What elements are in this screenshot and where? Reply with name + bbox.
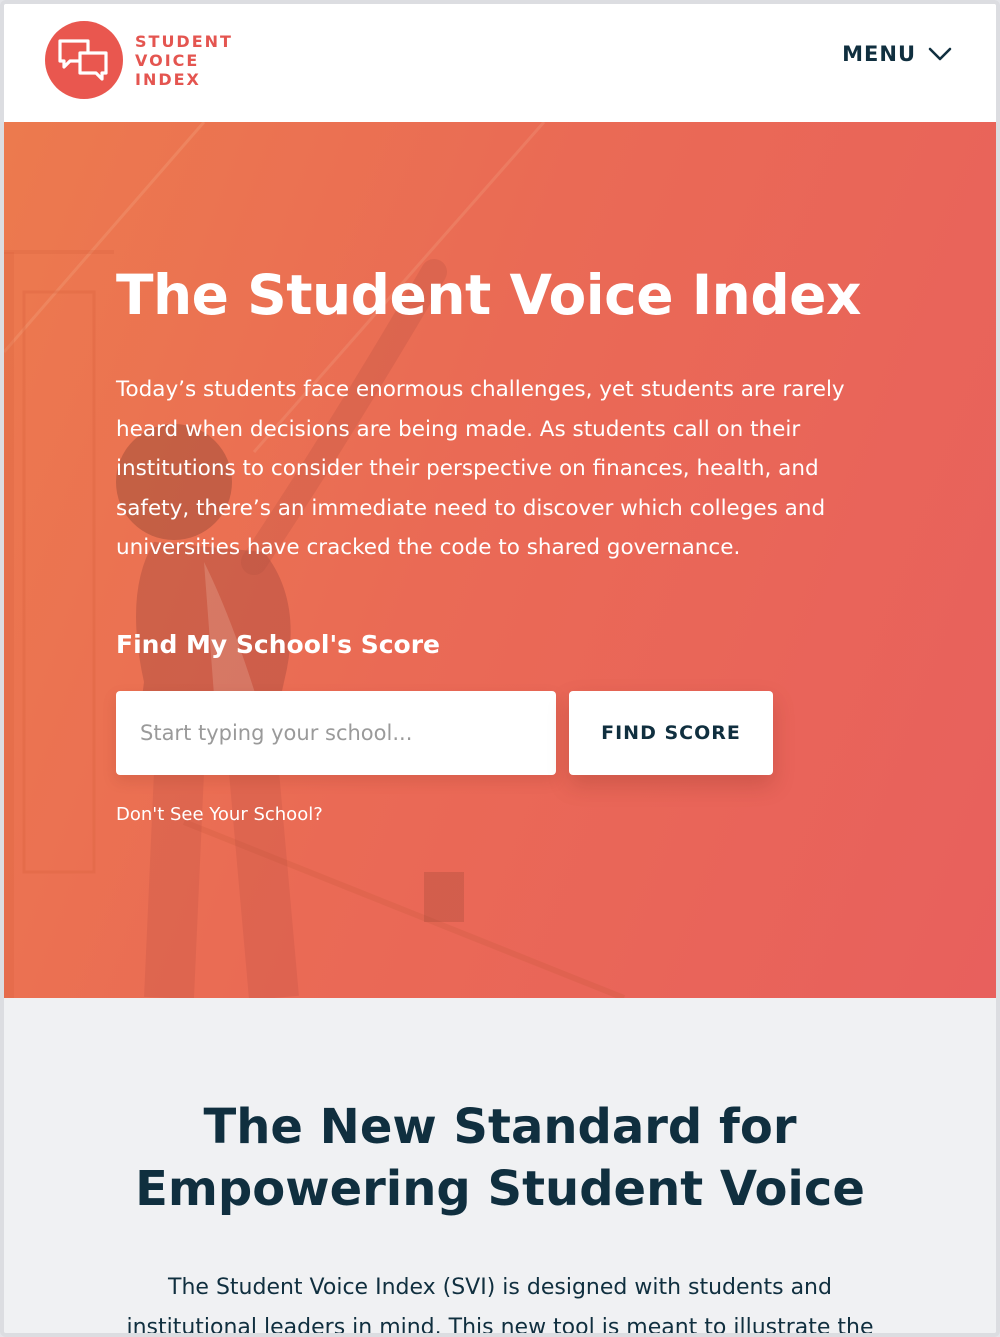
- find-score-heading: Find My School's Score: [116, 629, 440, 659]
- browser-frame: STUDENT VOICE INDEX MENU The Student Voi…: [0, 0, 1000, 1337]
- section-body-text: The Student Voice Index (SVI) is designe…: [126, 1275, 874, 1337]
- logo-line: INDEX: [135, 69, 201, 89]
- school-search-input[interactable]: [116, 690, 556, 775]
- hero-content: The Student Voice Index Today’s students…: [116, 262, 876, 825]
- hero-section: The Student Voice Index Today’s students…: [4, 122, 996, 998]
- site-header: STUDENT VOICE INDEX MENU: [4, 4, 996, 122]
- section-title-line: Empowering Student Voice: [135, 1161, 865, 1217]
- hero-title: The Student Voice Index: [116, 263, 861, 327]
- section-title-line: The New Standard for: [203, 1099, 797, 1155]
- logo-line: VOICE: [135, 50, 200, 70]
- dont-see-school-link[interactable]: Don't See Your School?: [116, 804, 323, 825]
- chevron-down-icon: [928, 47, 952, 61]
- logo-line: STUDENT: [135, 31, 233, 51]
- section-title: The New Standard for Empowering Student …: [4, 1096, 996, 1220]
- menu-button[interactable]: MENU: [842, 42, 952, 66]
- school-search-form: FIND SCORE: [116, 690, 876, 775]
- logo-wordmark: STUDENT VOICE INDEX: [135, 32, 233, 89]
- chat-bubbles-logo-icon: [45, 21, 123, 99]
- logo-link[interactable]: STUDENT VOICE INDEX: [45, 21, 233, 99]
- find-score-button[interactable]: FIND SCORE: [569, 690, 773, 775]
- hero-description: Today’s students face enormous challenge…: [116, 377, 845, 560]
- menu-label: MENU: [842, 42, 916, 66]
- new-standard-section: The New Standard for Empowering Student …: [4, 998, 996, 1337]
